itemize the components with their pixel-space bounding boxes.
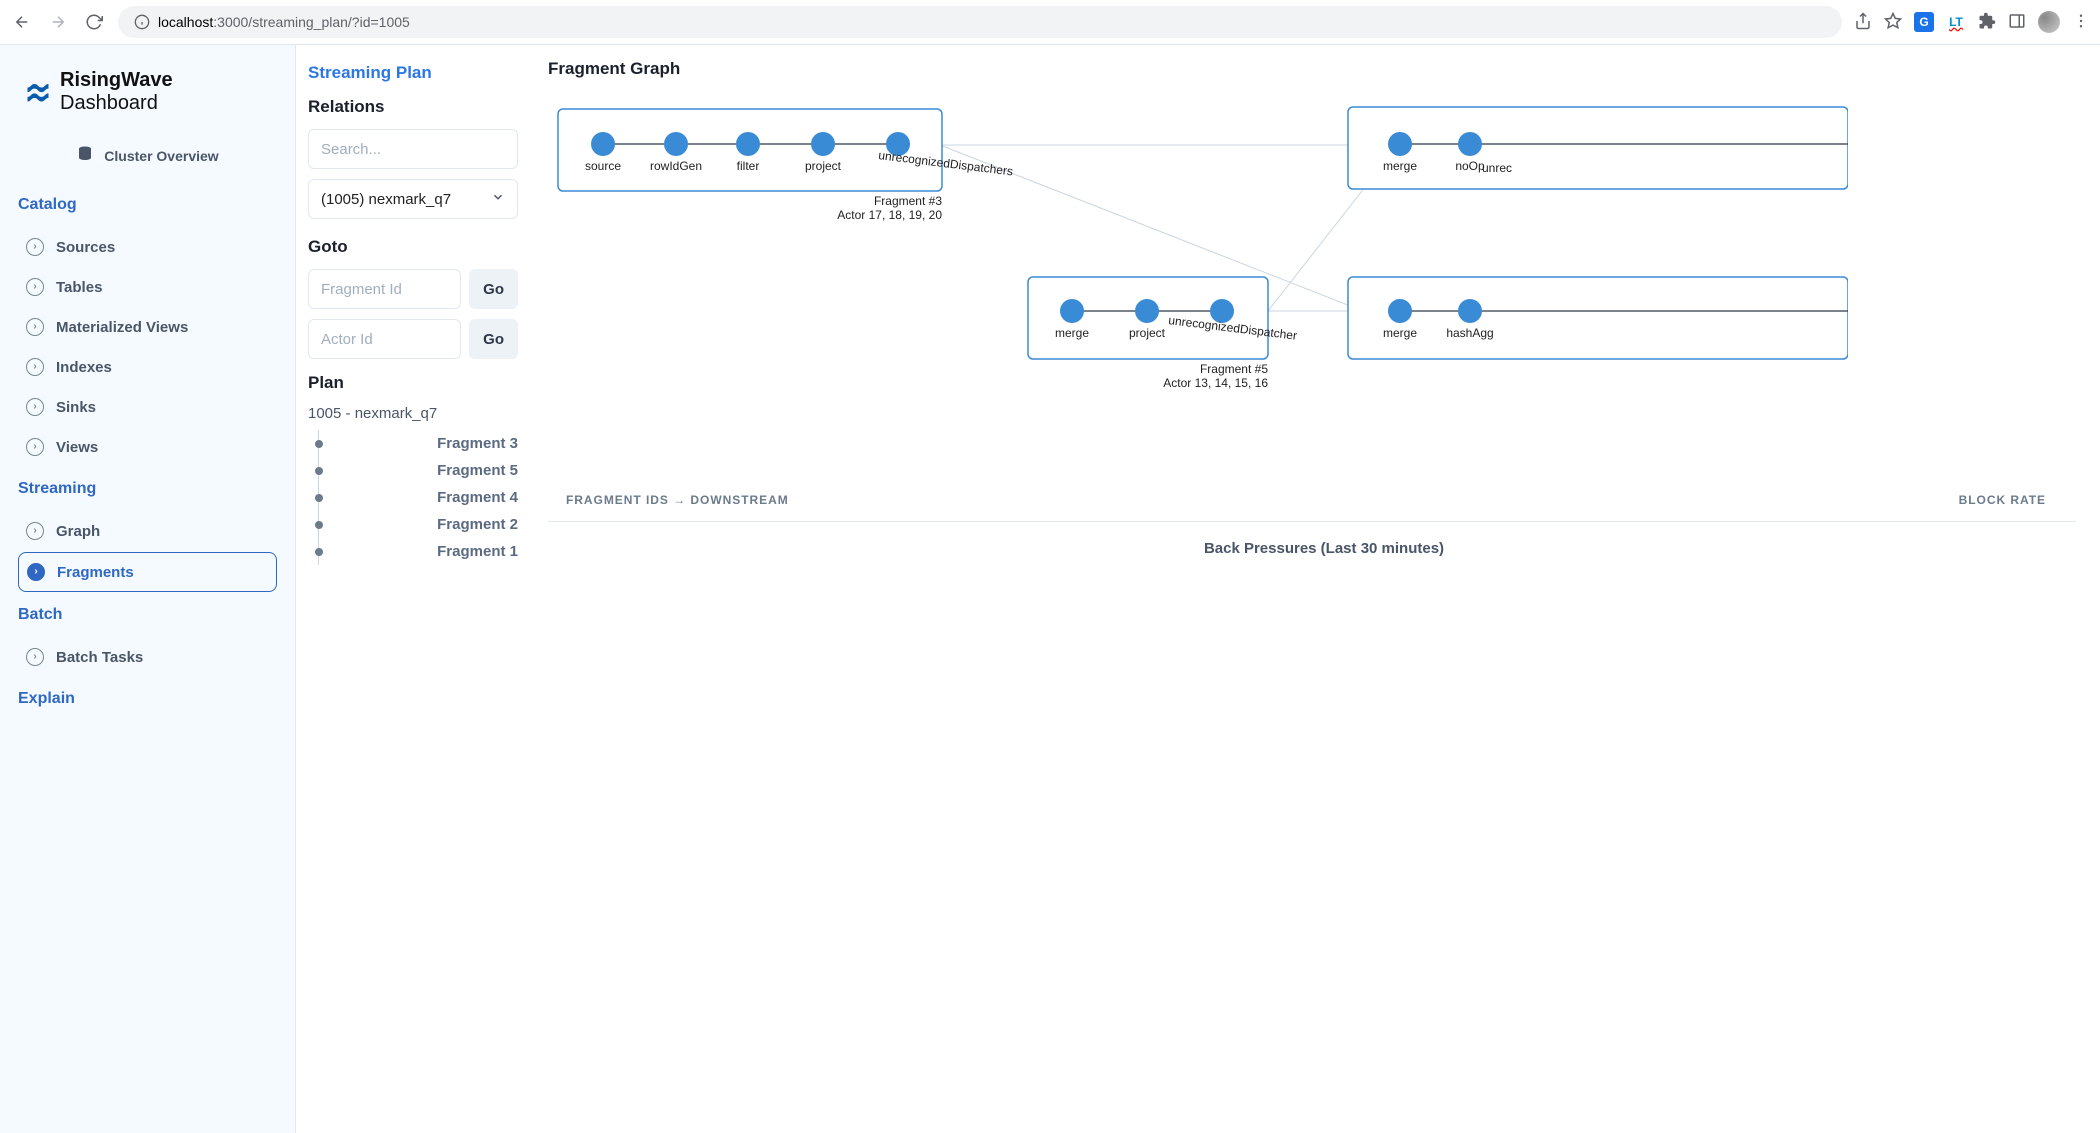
- logo-text: RisingWave Dashboard: [60, 69, 271, 115]
- svg-text:merge: merge: [1055, 326, 1089, 340]
- bp-table-header: FRAGMENT IDS → DOWNSTREAM BLOCK RATE: [548, 479, 2076, 522]
- nav-batch-tasks[interactable]: ›Batch Tasks: [18, 638, 277, 676]
- svg-text:project: project: [1129, 326, 1166, 340]
- svg-text:hashAgg: hashAgg: [1446, 326, 1493, 340]
- nav-sinks[interactable]: ›Sinks: [18, 388, 277, 426]
- svg-text:rowIdGen: rowIdGen: [650, 159, 702, 173]
- svg-text:source: source: [585, 159, 621, 173]
- search-input[interactable]: [308, 129, 518, 169]
- svg-text:merge: merge: [1383, 326, 1417, 340]
- nav-views[interactable]: ›Views: [18, 428, 277, 466]
- section-explain: Explain: [18, 690, 277, 708]
- sidebar: RisingWave Dashboard Cluster Overview Ca…: [0, 45, 296, 1133]
- panel-icon[interactable]: [2008, 12, 2026, 33]
- browser-chrome: localhost:3000/streaming_plan/?id=1005 G…: [0, 0, 2100, 44]
- nav-indexes-label: Indexes: [56, 359, 112, 376]
- graph-heading: Fragment Graph: [548, 59, 2100, 79]
- svg-text:project: project: [805, 159, 842, 173]
- page-title: Streaming Plan: [308, 63, 518, 83]
- cluster-overview-label: Cluster Overview: [104, 148, 218, 164]
- chrome-actions: G LT: [1854, 11, 2090, 33]
- go-actor-button[interactable]: Go: [469, 319, 518, 359]
- svg-text:Fragment #5: Fragment #5: [1200, 362, 1268, 376]
- nav-tables[interactable]: ›Tables: [18, 268, 277, 306]
- extension-icon[interactable]: G: [1914, 12, 1934, 32]
- nav-tables-label: Tables: [56, 279, 102, 296]
- section-streaming: Streaming: [18, 480, 277, 498]
- plan-name: 1005 - nexmark_q7: [308, 405, 518, 422]
- share-icon[interactable]: [1854, 12, 1872, 33]
- chevron-down-icon: [491, 190, 505, 208]
- actor-id-input[interactable]: [308, 319, 461, 359]
- fragment-list-item[interactable]: Fragment 2: [319, 511, 518, 538]
- section-batch: Batch: [18, 606, 277, 624]
- nav-mviews[interactable]: ›Materialized Views: [18, 308, 277, 346]
- extensions-puzzle-icon[interactable]: [1978, 12, 1996, 33]
- nav-sinks-label: Sinks: [56, 399, 96, 416]
- col-fragment-ids: FRAGMENT IDS → DOWNSTREAM: [566, 493, 789, 507]
- nav-sources[interactable]: ›Sources: [18, 228, 277, 266]
- relations-heading: Relations: [308, 97, 518, 117]
- info-icon: [134, 14, 150, 30]
- section-catalog: Catalog: [18, 196, 277, 214]
- fragment-graph[interactable]: source rowIdGen filter project unrecogni…: [548, 89, 2100, 449]
- plan-heading: Plan: [308, 373, 518, 393]
- nav-graph-label: Graph: [56, 523, 100, 540]
- star-icon[interactable]: [1884, 12, 1902, 33]
- col-block-rate: BLOCK RATE: [1959, 493, 2046, 507]
- fragment-list-item[interactable]: Fragment 4: [319, 484, 518, 511]
- cluster-overview-link[interactable]: Cluster Overview: [18, 145, 277, 166]
- relation-select[interactable]: (1005) nexmark_q7: [308, 179, 518, 219]
- fragment-id-input[interactable]: [308, 269, 461, 309]
- back-pressures-label: Back Pressures (Last 30 minutes): [548, 522, 2100, 575]
- address-bar[interactable]: localhost:3000/streaming_plan/?id=1005: [118, 6, 1842, 38]
- nav-fragments[interactable]: ›Fragments: [18, 552, 277, 592]
- relation-select-value: (1005) nexmark_q7: [321, 191, 451, 208]
- fragment-list-item[interactable]: Fragment 1: [319, 538, 518, 565]
- url-text: localhost:3000/streaming_plan/?id=1005: [158, 14, 410, 30]
- back-button[interactable]: [10, 10, 34, 34]
- svg-text:Fragment #3: Fragment #3: [874, 194, 942, 208]
- logo[interactable]: RisingWave Dashboard: [18, 69, 277, 115]
- control-panel: Streaming Plan Relations (1005) nexmark_…: [296, 45, 524, 1133]
- nav-sources-label: Sources: [56, 239, 115, 256]
- forward-button[interactable]: [46, 10, 70, 34]
- svg-text:unrec: unrec: [1482, 161, 1512, 175]
- svg-text:Actor 13, 14, 15, 16: Actor 13, 14, 15, 16: [1163, 376, 1268, 390]
- nav-graph[interactable]: ›Graph: [18, 512, 277, 550]
- nav-mviews-label: Materialized Views: [56, 319, 188, 336]
- svg-text:noOp: noOp: [1455, 159, 1485, 173]
- extension-lt-icon[interactable]: LT: [1946, 12, 1966, 32]
- logo-icon: [24, 77, 52, 108]
- goto-heading: Goto: [308, 237, 518, 257]
- kebab-menu-icon[interactable]: [2072, 12, 2090, 33]
- fragment-list-item[interactable]: Fragment 5: [319, 457, 518, 484]
- avatar-icon[interactable]: [2038, 11, 2060, 33]
- fragment-list-item[interactable]: Fragment 3: [319, 430, 518, 457]
- svg-text:Actor 17, 18, 19, 20: Actor 17, 18, 19, 20: [837, 208, 942, 222]
- nav-indexes[interactable]: ›Indexes: [18, 348, 277, 386]
- reload-button[interactable]: [82, 10, 106, 34]
- go-fragment-button[interactable]: Go: [469, 269, 518, 309]
- nav-views-label: Views: [56, 439, 98, 456]
- svg-text:merge: merge: [1383, 159, 1417, 173]
- svg-text:filter: filter: [737, 159, 760, 173]
- nav-fragments-label: Fragments: [57, 564, 134, 581]
- nav-batch-tasks-label: Batch Tasks: [56, 649, 143, 666]
- database-icon: [76, 145, 94, 166]
- fragment-list: Fragment 3 Fragment 5 Fragment 4 Fragmen…: [318, 430, 518, 565]
